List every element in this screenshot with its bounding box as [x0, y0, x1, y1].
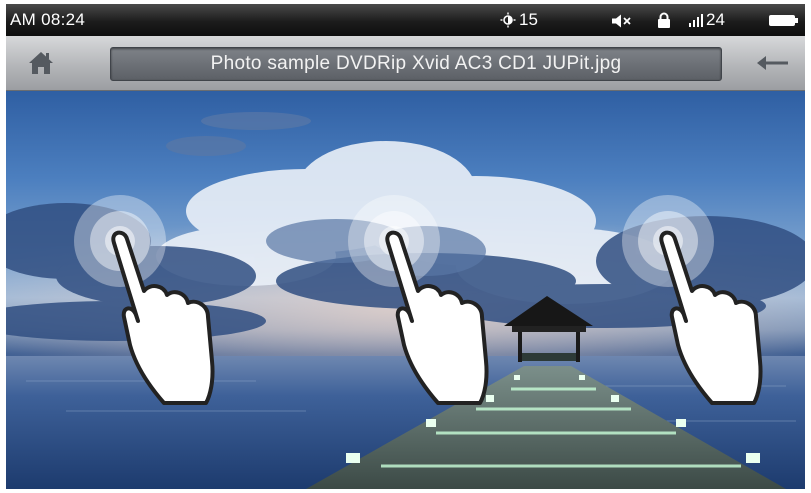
- status-bar: AM 08:24 15 24: [6, 4, 805, 36]
- device-screen: AM 08:24 15 24 Photo sample DVDRip Xvid …: [6, 4, 805, 489]
- signal-icon: [689, 14, 703, 27]
- clock: AM 08:24: [10, 10, 86, 29]
- brightness-value: 15: [519, 10, 538, 29]
- brightness-indicator: 15: [500, 10, 538, 30]
- back-arrow-icon[interactable]: [757, 53, 789, 73]
- mute-icon: [612, 14, 631, 28]
- tap-gesture-hand-icon: [348, 195, 489, 405]
- file-name-field: Photo sample DVDRip Xvid AC3 CD1 JUPit.j…: [110, 47, 722, 81]
- photo-viewer[interactable]: [6, 91, 805, 489]
- title-bar: Photo sample DVDRip Xvid AC3 CD1 JUPit.j…: [6, 36, 805, 91]
- lock-icon: [658, 12, 670, 28]
- tap-gesture-hand-icon: [74, 195, 215, 405]
- signal-indicator: 24: [689, 10, 725, 30]
- battery-icon: [769, 15, 798, 26]
- signal-value: 24: [706, 10, 725, 29]
- brightness-icon: [500, 12, 516, 28]
- tap-gesture-hand-icon: [622, 195, 763, 405]
- home-icon[interactable]: [28, 50, 54, 76]
